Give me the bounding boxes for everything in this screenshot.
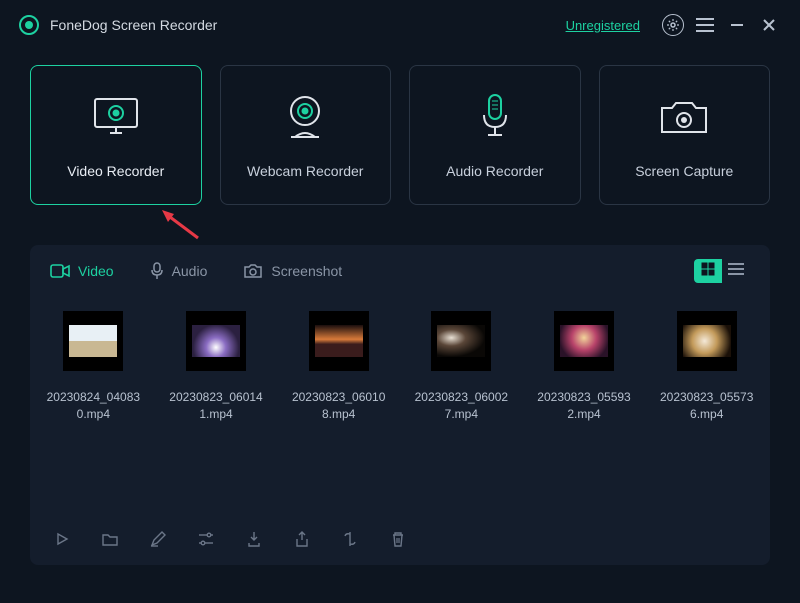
recordings-toolbar [30, 517, 770, 565]
recording-filename: 20230823_060141.mp4 [167, 389, 266, 424]
monitor-record-icon [88, 91, 144, 145]
app-logo-icon [18, 14, 40, 36]
recordings-grid: 20230824_040830.mp4 20230823_060141.mp4 … [30, 293, 770, 517]
settings-sliders-button[interactable] [196, 531, 216, 551]
recording-thumbnail [677, 311, 737, 371]
gear-icon [662, 14, 684, 36]
recordings-tabs: Video Audio Screenshot [30, 245, 770, 293]
recording-filename: 20230823_055736.mp4 [657, 389, 756, 424]
delete-button[interactable] [388, 531, 408, 551]
recording-thumbnail [63, 311, 123, 371]
recording-filename: 20230823_055932.mp4 [535, 389, 634, 424]
folder-icon [102, 532, 118, 551]
grid-view-button[interactable] [694, 259, 722, 283]
grid-icon [701, 262, 715, 281]
camera-small-icon [243, 263, 263, 279]
menu-button[interactable] [692, 12, 718, 38]
play-button[interactable] [52, 531, 72, 551]
tab-label: Video [78, 263, 114, 279]
close-icon [762, 18, 776, 32]
edit-button[interactable] [148, 531, 168, 551]
tab-label: Screenshot [271, 263, 342, 279]
tab-video[interactable]: Video [50, 263, 114, 279]
recording-filename: 20230823_060108.mp4 [289, 389, 388, 424]
microphone-small-icon [150, 262, 164, 280]
tab-screenshot[interactable]: Screenshot [243, 263, 342, 279]
hamburger-icon [696, 18, 714, 32]
recording-item[interactable]: 20230823_060027.mp4 [412, 311, 511, 517]
recordings-panel: Video Audio Screenshot [30, 245, 770, 565]
share-icon [295, 531, 309, 552]
recording-thumbnail [186, 311, 246, 371]
mode-webcam-recorder[interactable]: Webcam Recorder [220, 65, 392, 205]
mode-selector: Video Recorder Webcam Recorder [0, 50, 800, 215]
recording-item[interactable]: 20230824_040830.mp4 [44, 311, 143, 517]
recording-filename: 20230824_040830.mp4 [44, 389, 143, 424]
mode-video-recorder[interactable]: Video Recorder [30, 65, 202, 205]
convert-button[interactable] [340, 531, 360, 551]
tab-audio[interactable]: Audio [150, 262, 208, 280]
download-icon [247, 531, 261, 552]
trash-icon [391, 531, 405, 552]
titlebar: FoneDog Screen Recorder Unregistered [0, 0, 800, 50]
close-button[interactable] [756, 12, 782, 38]
recording-item[interactable]: 20230823_060108.mp4 [289, 311, 388, 517]
video-camera-icon [50, 264, 70, 278]
app-title: FoneDog Screen Recorder [50, 17, 217, 33]
mode-audio-recorder[interactable]: Audio Recorder [409, 65, 581, 205]
recording-thumbnail [554, 311, 614, 371]
webcam-icon [281, 91, 329, 145]
minimize-icon [730, 18, 744, 32]
mode-label: Audio Recorder [446, 163, 543, 179]
minimize-button[interactable] [724, 12, 750, 38]
tab-label: Audio [172, 263, 208, 279]
mode-label: Video Recorder [67, 163, 164, 179]
play-icon [55, 532, 69, 551]
folder-button[interactable] [100, 531, 120, 551]
settings-button[interactable] [660, 12, 686, 38]
recording-thumbnail [431, 311, 491, 371]
recording-thumbnail [309, 311, 369, 371]
mode-label: Webcam Recorder [247, 163, 363, 179]
mode-label: Screen Capture [635, 163, 733, 179]
download-button[interactable] [244, 531, 264, 551]
microphone-icon [477, 91, 513, 145]
camera-icon [658, 91, 710, 145]
convert-icon [342, 531, 358, 552]
mode-screen-capture[interactable]: Screen Capture [599, 65, 771, 205]
unregistered-link[interactable]: Unregistered [566, 18, 640, 33]
recording-filename: 20230823_060027.mp4 [412, 389, 511, 424]
sliders-icon [198, 532, 214, 551]
share-button[interactable] [292, 531, 312, 551]
view-toggle [694, 259, 750, 283]
list-icon [728, 262, 744, 280]
recording-item[interactable]: 20230823_055736.mp4 [657, 311, 756, 517]
recording-item[interactable]: 20230823_060141.mp4 [167, 311, 266, 517]
list-view-button[interactable] [722, 259, 750, 283]
pointer-arrow-annotation [160, 210, 200, 245]
pencil-icon [150, 531, 166, 552]
recording-item[interactable]: 20230823_055932.mp4 [535, 311, 634, 517]
